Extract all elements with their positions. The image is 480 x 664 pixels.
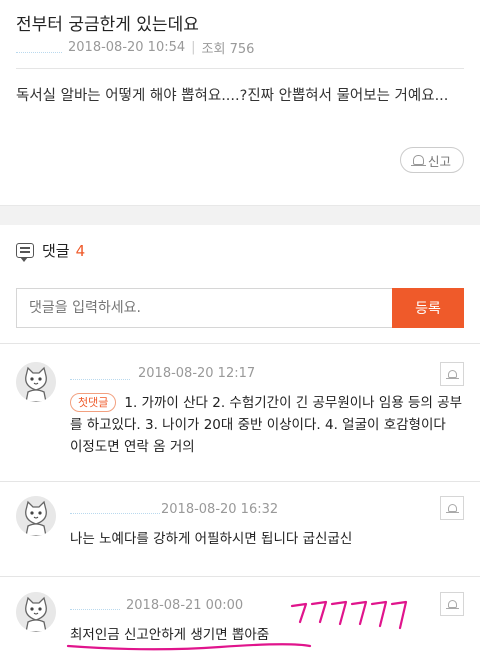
report-label: 신고 xyxy=(427,153,451,169)
post-views: 조회 756 xyxy=(201,42,255,57)
comment-text: 최저인금 신고안하게 생기면 뽑아줌 xyxy=(70,627,270,643)
comment-author-redacted[interactable] xyxy=(70,600,120,610)
divider xyxy=(0,343,480,344)
post-divider xyxy=(16,68,464,69)
comment-item: 2018-08-20 16:32 나는 노예다를 강하게 어필하시면 됩니다 굽… xyxy=(16,496,464,566)
comment-body: 1. 가까이 산다 2. 수험기간이 긴 공무원이나 임용 등의 공부를 하고있… xyxy=(70,395,462,455)
post-date: 2018-08-20 10:54 xyxy=(68,40,186,55)
first-comment-badge: 첫댓글 xyxy=(70,393,117,412)
section-gap xyxy=(0,205,480,225)
meta-separator: | xyxy=(191,40,196,55)
bell-icon xyxy=(410,155,426,166)
comment-author-redacted[interactable] xyxy=(70,370,130,380)
bell-icon xyxy=(445,504,459,513)
comment-form: 등록 xyxy=(16,288,464,328)
post: 전부터 궁금한게 있는데요 2018-08-20 10:54 | 조회 756 … xyxy=(0,0,480,205)
comment-date: 2018-08-20 12:17 xyxy=(138,366,256,381)
comment-date: 2018-08-21 00:00 xyxy=(126,598,244,613)
cat-avatar-icon[interactable] xyxy=(16,362,56,402)
cat-avatar-icon[interactable] xyxy=(16,592,56,632)
divider xyxy=(0,576,480,577)
post-meta: 2018-08-20 10:54 | 조회 756 xyxy=(16,38,254,57)
comment-author-redacted[interactable] xyxy=(70,504,160,514)
post-title: 전부터 궁금한게 있는데요 xyxy=(16,15,199,35)
comment-text: 첫댓글 1. 가까이 산다 2. 수험기간이 긴 공무원이나 임용 등의 공부를 … xyxy=(70,392,462,458)
submit-button[interactable]: 등록 xyxy=(392,288,464,328)
comments-header: 댓글 4 xyxy=(16,240,86,262)
post-author-redacted[interactable] xyxy=(16,43,62,53)
report-button[interactable]: 신고 xyxy=(400,147,464,173)
speech-bubble-icon xyxy=(16,243,34,262)
bell-icon xyxy=(445,370,459,379)
comment-item: 2018-08-20 12:17 첫댓글 1. 가까이 산다 2. 수험기간이 긴… xyxy=(16,362,464,472)
comment-text: 나는 노예다를 강하게 어필하시면 됩니다 굽신굽신 xyxy=(70,531,353,547)
comments-label: 댓글 xyxy=(42,242,70,260)
comment-input[interactable] xyxy=(16,288,392,328)
comment-report-button[interactable] xyxy=(440,592,464,616)
comment-report-button[interactable] xyxy=(440,496,464,520)
comment-report-button[interactable] xyxy=(440,362,464,386)
post-body: 독서실 알바는 어떻게 해야 뽑혀요....?진짜 안뽑혀서 물어보는 거예요.… xyxy=(16,88,449,104)
comment-date: 2018-08-20 16:32 xyxy=(161,502,279,517)
comment-item: 2018-08-21 00:00 최저인금 신고안하게 생기면 뽑아줌 xyxy=(16,592,464,662)
divider xyxy=(0,481,480,482)
bell-icon xyxy=(445,600,459,609)
cat-avatar-icon[interactable] xyxy=(16,496,56,536)
comments-count: 4 xyxy=(75,241,86,260)
